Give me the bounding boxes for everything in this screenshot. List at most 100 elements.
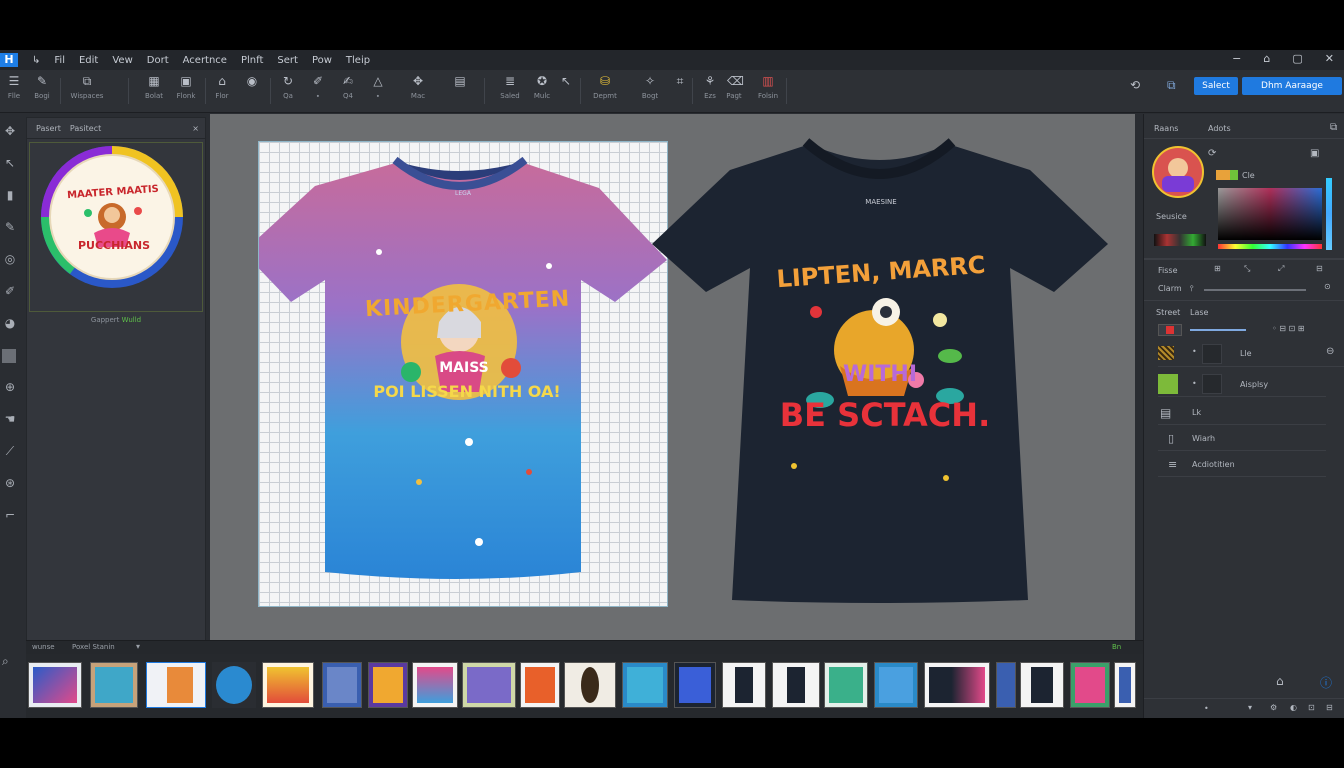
tool-workspaces[interactable]: ⧉ Wispaces bbox=[70, 74, 104, 108]
menu-item-dort[interactable]: Dort bbox=[147, 55, 169, 66]
maximize-icon[interactable]: ▢ bbox=[1292, 52, 1302, 65]
home-panel-icon[interactable]: ⌂ bbox=[1276, 674, 1284, 688]
tool-layer[interactable]: ▥ Folsin bbox=[754, 74, 782, 108]
tool-file[interactable]: ☰ Flle bbox=[0, 74, 28, 108]
align-right-icon[interactable]: ⤢ bbox=[1278, 264, 1284, 274]
tab-pasert[interactable]: Pasert bbox=[36, 124, 61, 133]
expand-icon[interactable]: ⊡ bbox=[1308, 703, 1315, 712]
tool-image[interactable]: ▣ Flonk bbox=[172, 74, 200, 108]
panel-close-icon[interactable]: × bbox=[192, 124, 199, 133]
menu-item-pow[interactable]: Pow bbox=[312, 55, 332, 66]
thumbnail[interactable] bbox=[462, 662, 516, 708]
swatch-tool-icon[interactable] bbox=[2, 349, 16, 363]
thumbnail[interactable] bbox=[90, 662, 138, 708]
grid-toggle-icon[interactable]: ▣ bbox=[1310, 148, 1319, 159]
thumbnail[interactable] bbox=[368, 662, 408, 708]
move-icon[interactable]: ✥ bbox=[2, 123, 18, 139]
tshirt-dark[interactable]: MAESINE LIPTEN, MARRC WITHI BE SCTACH. bbox=[650, 136, 1110, 606]
tool-home[interactable]: ⌂ Flor bbox=[208, 74, 236, 108]
thumbnail[interactable] bbox=[674, 662, 716, 708]
layer-row[interactable]: ≡ Acdiotitien bbox=[1158, 454, 1326, 477]
align-extra-icon[interactable]: ⊟ bbox=[1316, 264, 1323, 273]
search-icon[interactable]: ⌕ bbox=[2, 654, 9, 669]
thumbnail[interactable] bbox=[1070, 662, 1110, 708]
thumbnail[interactable] bbox=[924, 662, 990, 708]
shirt2-line2[interactable]: WITHI bbox=[820, 362, 940, 387]
design-canvas[interactable]: LEGA KINDERGARTEN MAISS POI LISSEN NITH … bbox=[210, 114, 1135, 640]
arrange-button[interactable]: Dhm Aaraage bbox=[1242, 77, 1342, 95]
menu-item-sert[interactable]: Sert bbox=[277, 55, 298, 66]
select-icon[interactable]: ↖ bbox=[2, 155, 18, 171]
thumbnail[interactable] bbox=[412, 662, 458, 708]
thumbnail[interactable] bbox=[824, 662, 868, 708]
tool-crop[interactable]: ⌗ bbox=[666, 74, 694, 108]
layer-row[interactable]: • Aisplsy bbox=[1158, 372, 1326, 397]
thumbnail[interactable] bbox=[564, 662, 616, 708]
opacity-menu-icon[interactable]: ⊙ bbox=[1324, 282, 1331, 291]
stroke-color-swatch[interactable] bbox=[1158, 324, 1182, 336]
thumbnail[interactable] bbox=[322, 662, 362, 708]
menu-item-plnft[interactable]: Plnft bbox=[241, 55, 263, 66]
tool-triangle[interactable]: △ ∙ bbox=[364, 74, 392, 108]
thumbnail[interactable] bbox=[722, 662, 766, 708]
fullscreen-icon[interactable]: ⊟ bbox=[1326, 703, 1333, 712]
tool-eraser[interactable]: ⌫ Pagt bbox=[720, 74, 748, 108]
wand-tool-icon[interactable]: ⟋ bbox=[2, 443, 18, 459]
color-picker-field[interactable] bbox=[1218, 188, 1322, 240]
pencil-icon[interactable]: ✐ bbox=[2, 283, 18, 299]
alpha-slider[interactable] bbox=[1326, 178, 1332, 250]
bucket-tool-icon[interactable]: ◕ bbox=[2, 315, 18, 331]
tool-brush[interactable]: ✐ ∙ bbox=[304, 74, 332, 108]
menu-item-help[interactable]: Tleip bbox=[346, 55, 370, 66]
thumbnail[interactable] bbox=[874, 662, 918, 708]
tool-circle[interactable]: ◉ bbox=[238, 74, 266, 108]
tool-rotate[interactable]: ↻ Qa bbox=[274, 74, 302, 108]
link-icon[interactable]: ⟲ bbox=[1130, 78, 1140, 92]
thumbnail[interactable] bbox=[28, 662, 82, 708]
toggle-icon[interactable]: ◐ bbox=[1290, 703, 1297, 712]
tab-pasitect[interactable]: Pasitect bbox=[70, 124, 101, 133]
opacity-slider[interactable] bbox=[1204, 289, 1306, 291]
tool-pen[interactable]: ✎ Bogi bbox=[28, 74, 56, 108]
layer-row[interactable]: ▤ Lk bbox=[1158, 402, 1326, 425]
hand-icon[interactable]: ☚ bbox=[2, 411, 18, 427]
thumbnail[interactable] bbox=[212, 662, 256, 708]
eye-icon[interactable]: ◎ bbox=[2, 251, 18, 267]
thumbnail[interactable] bbox=[622, 662, 668, 708]
layer-row[interactable]: ▯ Wiarh bbox=[1158, 428, 1326, 451]
settings-gear-icon[interactable]: ⚙ bbox=[1270, 703, 1277, 712]
stroke-slider-fill[interactable] bbox=[1190, 329, 1246, 331]
thumbnail[interactable] bbox=[520, 662, 560, 708]
shirt1-line2[interactable]: MAISS bbox=[419, 360, 509, 376]
thumbnail[interactable] bbox=[262, 662, 314, 708]
thumbnail[interactable] bbox=[1114, 662, 1136, 708]
layer-settings-icon[interactable]: ⊖ bbox=[1326, 346, 1334, 357]
tab-raans[interactable]: Raans bbox=[1154, 124, 1178, 133]
reset-icon[interactable]: ⟳ bbox=[1208, 148, 1216, 159]
tab-adots[interactable]: Adots bbox=[1208, 124, 1231, 133]
thumbnail[interactable] bbox=[1020, 662, 1064, 708]
tool-paint[interactable]: ✍ Q4 bbox=[334, 74, 362, 108]
artboard[interactable]: LEGA KINDERGARTEN MAISS POI LISSEN NITH … bbox=[243, 141, 668, 607]
hue-slider[interactable] bbox=[1218, 244, 1322, 249]
chevron-down-icon[interactable]: ▾ bbox=[1248, 703, 1252, 712]
tool-arrow[interactable]: ↖ bbox=[552, 74, 580, 108]
align-center-icon[interactable]: ⤡ bbox=[1244, 264, 1250, 274]
align-left-icon[interactable]: ⊞ bbox=[1214, 264, 1221, 273]
panel-menu-icon[interactable]: ⧉ bbox=[1330, 122, 1337, 133]
stroke-swatch[interactable] bbox=[1230, 170, 1238, 180]
text-tool-icon[interactable]: ▮ bbox=[2, 187, 18, 203]
info-icon[interactable]: ⓘ bbox=[1320, 674, 1332, 691]
menu-item-edit[interactable]: Edit bbox=[79, 55, 98, 66]
minimize-icon[interactable]: − bbox=[1232, 52, 1241, 65]
thumbnail[interactable] bbox=[772, 662, 820, 708]
thumbnail[interactable] bbox=[146, 662, 206, 708]
thumbnail[interactable] bbox=[996, 662, 1016, 708]
fill-swatch[interactable] bbox=[1216, 170, 1230, 180]
thumbnail-avatar[interactable] bbox=[1152, 146, 1204, 198]
stroke-options-icon[interactable]: ◦ ⊟ ⊡ ⊞ bbox=[1272, 324, 1304, 333]
swatch-strip[interactable] bbox=[1154, 234, 1206, 246]
shirt2-line3[interactable]: BE SCTACH. bbox=[770, 396, 1000, 434]
menu-item-file[interactable]: Fil bbox=[54, 55, 65, 66]
tool-bucket[interactable]: ⛁ Depmt bbox=[590, 74, 620, 108]
